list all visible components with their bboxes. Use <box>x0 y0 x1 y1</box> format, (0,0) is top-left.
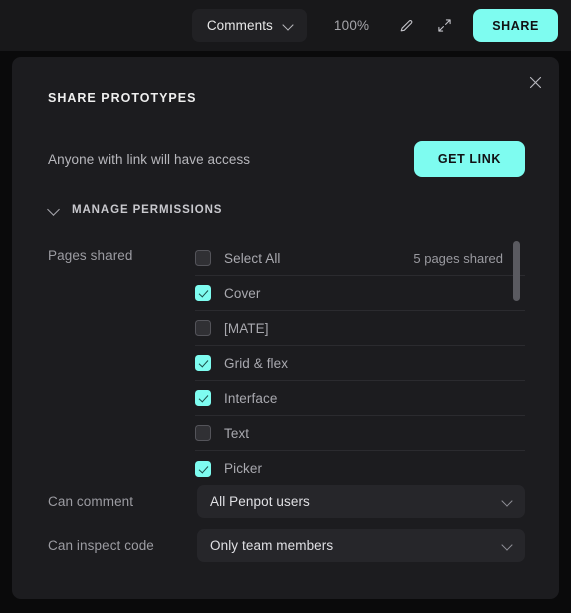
page-row[interactable]: Cover <box>195 276 525 311</box>
modal-title: SHARE PROTOTYPES <box>48 91 197 105</box>
pages-shared-list: Select All 5 pages shared Cover [MATE] Grid … <box>195 241 525 485</box>
page-row-select-all[interactable]: Select All 5 pages shared <box>195 241 525 276</box>
can-inspect-code-select[interactable]: Only team members <box>197 529 525 562</box>
page-row[interactable]: Text <box>195 416 525 451</box>
page-row-label: [MATE] <box>224 320 269 336</box>
page-row-label: Text <box>224 425 250 441</box>
page-row-label: Interface <box>224 390 278 406</box>
checkbox-unchecked-icon[interactable] <box>195 425 211 441</box>
close-icon[interactable] <box>523 70 547 94</box>
checkbox-unchecked-icon[interactable] <box>195 250 211 266</box>
checkbox-unchecked-icon[interactable] <box>195 320 211 336</box>
checkbox-checked-icon[interactable] <box>195 460 211 477</box>
page-row[interactable]: [MATE] <box>195 311 525 346</box>
chevron-down-icon <box>48 204 60 216</box>
can-inspect-code-value: Only team members <box>210 538 334 553</box>
expand-arrows-icon[interactable] <box>429 11 459 41</box>
page-row[interactable]: Picker <box>195 451 525 485</box>
page-row[interactable]: Interface <box>195 381 525 416</box>
can-inspect-code-label: Can inspect code <box>48 538 154 553</box>
page-row-label: Picker <box>224 461 263 476</box>
chevron-down-icon <box>283 20 294 31</box>
get-link-button[interactable]: GET LINK <box>413 141 525 177</box>
comments-dropdown-label: Comments <box>206 18 273 33</box>
checkbox-checked-icon[interactable] <box>195 355 211 371</box>
pages-scrollbar-thumb[interactable] <box>513 241 520 301</box>
pages-shared-label: Pages shared <box>48 248 133 263</box>
manage-permissions-label: MANAGE PERMISSIONS <box>72 204 223 216</box>
page-row-label: Select All <box>224 250 281 266</box>
top-toolbar: Comments 100% SHARE <box>0 0 571 51</box>
chevron-down-icon <box>502 496 513 507</box>
can-comment-value: All Penpot users <box>210 494 310 509</box>
chevron-down-icon <box>502 540 513 551</box>
share-button[interactable]: SHARE <box>473 9 558 42</box>
checkbox-checked-icon[interactable] <box>195 390 211 406</box>
comments-dropdown[interactable]: Comments <box>191 9 307 42</box>
page-row[interactable]: Grid & flex <box>195 346 525 381</box>
pages-shared-panel: Select All 5 pages shared Cover [MATE] Grid … <box>195 241 525 485</box>
pages-shared-count: 5 pages shared <box>413 250 503 266</box>
manage-permissions-toggle[interactable]: MANAGE PERMISSIONS <box>48 204 222 216</box>
zoom-level[interactable]: 100% <box>334 18 369 33</box>
link-access-row: Anyone with link will have access GET LI… <box>48 141 525 177</box>
pencil-icon[interactable] <box>391 11 421 41</box>
link-access-text: Anyone with link will have access <box>48 151 251 167</box>
can-comment-label: Can comment <box>48 494 134 509</box>
page-row-label: Grid & flex <box>224 355 289 371</box>
can-comment-select[interactable]: All Penpot users <box>197 485 525 518</box>
pages-scrollbar-track[interactable] <box>513 241 520 485</box>
checkbox-checked-icon[interactable] <box>195 285 211 301</box>
page-row-label: Cover <box>224 285 261 301</box>
